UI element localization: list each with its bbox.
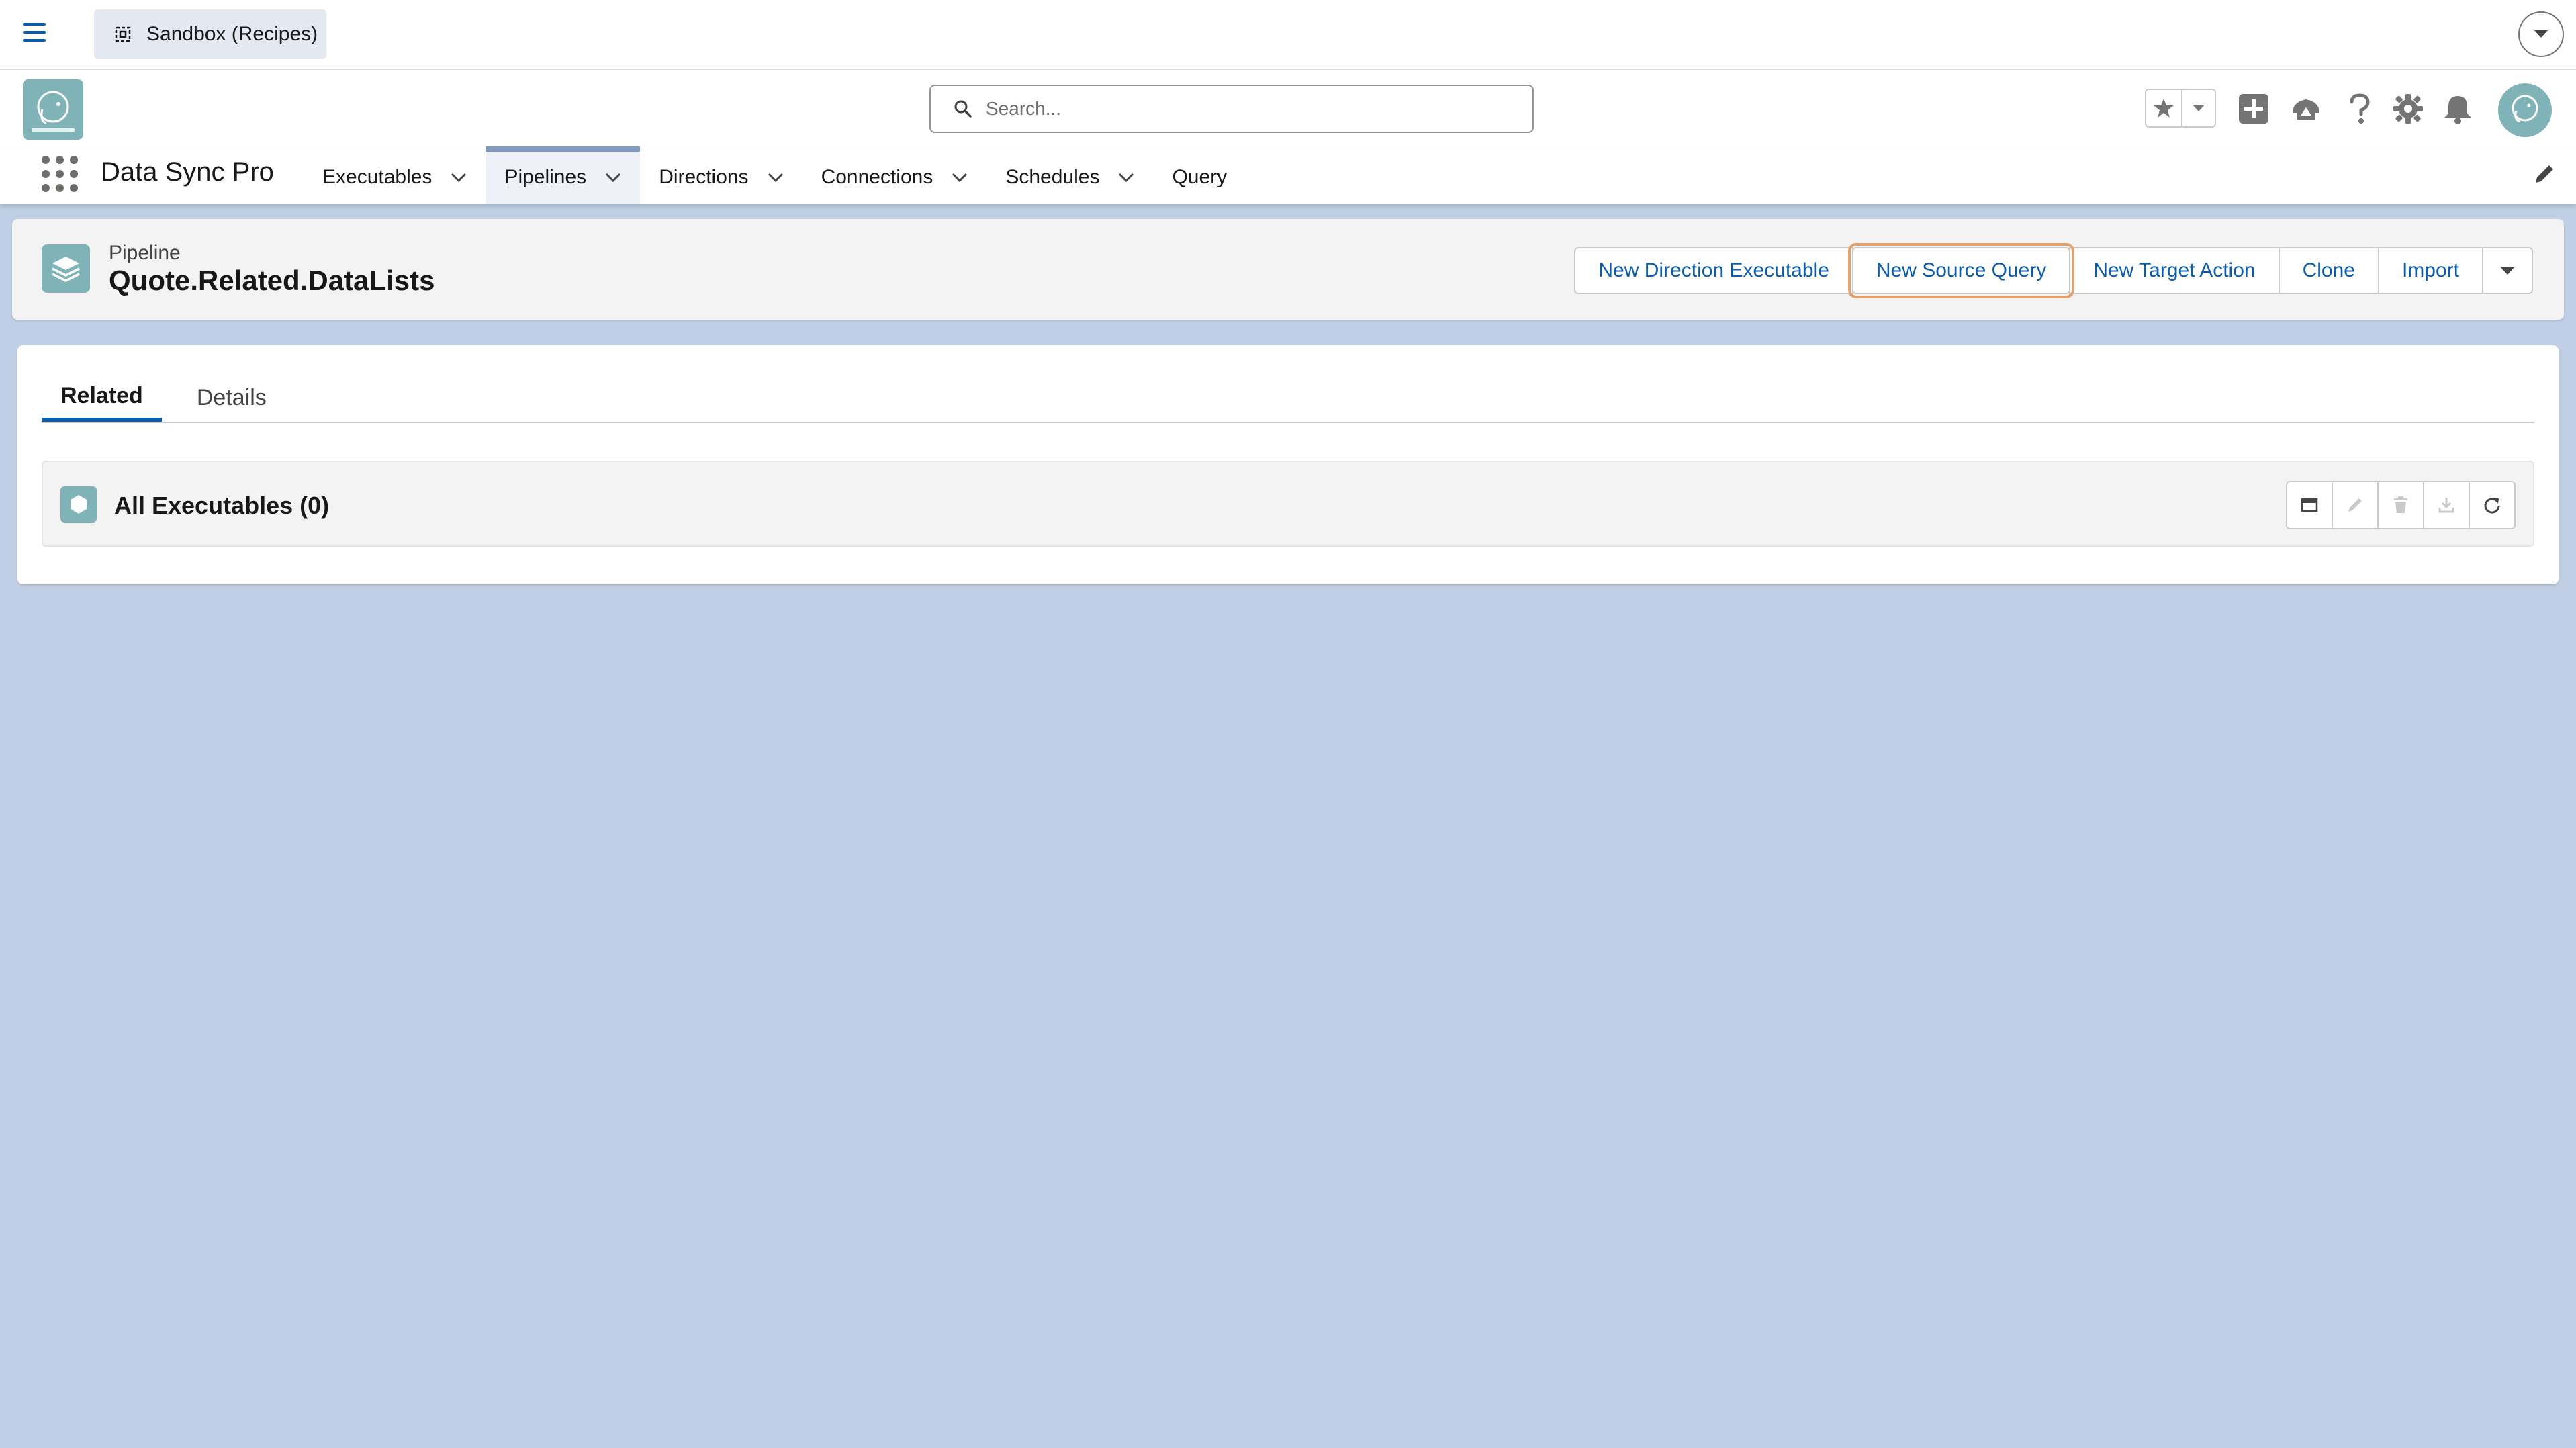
download-icon xyxy=(2438,498,2454,513)
chevron-down-icon[interactable] xyxy=(768,173,784,182)
nav-item-label: Pipelines xyxy=(504,166,587,188)
nav-items: Executables Pipelines Directions Connect… xyxy=(304,146,1246,204)
related-list-title: All Executables (0) xyxy=(114,492,330,519)
record-type: Pipeline xyxy=(109,242,181,264)
caret-down-icon xyxy=(2534,30,2548,38)
environment-label: Sandbox (Recipes) xyxy=(146,23,318,45)
data-sync-pro-logo[interactable] xyxy=(23,79,83,140)
pencil-icon xyxy=(2348,498,2362,512)
nav-item-connections[interactable]: Connections xyxy=(802,150,987,204)
nav-item-directions[interactable]: Directions xyxy=(640,150,802,204)
import-button[interactable]: Import xyxy=(2377,247,2483,294)
global-search[interactable] xyxy=(929,85,1534,133)
add-icon xyxy=(2239,94,2268,124)
favorites-star[interactable] xyxy=(2146,90,2182,126)
nav-item-label: Query xyxy=(1172,166,1228,188)
favorites-list-toggle[interactable] xyxy=(2182,90,2215,126)
new-source-query-button[interactable]: New Source Query xyxy=(1847,243,2075,298)
help-button[interactable] xyxy=(2342,91,2377,126)
nav-item-label: Schedules xyxy=(1005,166,1100,188)
top-dropdown-button[interactable] xyxy=(2518,11,2564,57)
global-header xyxy=(0,70,2576,150)
setup-gear-icon xyxy=(2393,94,2423,124)
environment-indicator[interactable]: Sandbox (Recipes) xyxy=(94,9,326,59)
record-header: Pipeline Quote.Related.DataLists New Dir… xyxy=(12,219,2564,320)
display-as-table-button[interactable] xyxy=(2286,481,2333,529)
chevron-down-icon[interactable] xyxy=(1118,173,1134,182)
new-direction-executable-button[interactable]: New Direction Executable xyxy=(1574,247,1853,294)
edit-nav-button[interactable] xyxy=(2533,163,2556,189)
chevron-down-icon[interactable] xyxy=(952,173,968,182)
trailhead-button[interactable] xyxy=(2289,91,2324,126)
avatar[interactable] xyxy=(2498,83,2552,137)
record-tabs: Related Details xyxy=(42,373,2534,423)
nav-item-pipelines[interactable]: Pipelines xyxy=(486,146,641,204)
new-target-action-button[interactable]: New Target Action xyxy=(2069,247,2280,294)
tab-details[interactable]: Details xyxy=(178,373,285,422)
sandbox-icon xyxy=(115,26,131,42)
search-input[interactable] xyxy=(984,97,1498,120)
record-name: Quote.Related.DataLists xyxy=(109,265,435,296)
delete-button[interactable] xyxy=(2377,481,2424,529)
nav-item-label: Connections xyxy=(821,166,933,188)
app-name: Data Sync Pro xyxy=(101,157,274,187)
chevron-down-icon[interactable] xyxy=(605,173,621,182)
star-icon xyxy=(2154,99,2174,118)
caret-down-icon xyxy=(2193,105,2205,111)
chevron-down-icon[interactable] xyxy=(451,173,467,182)
related-list-all-executables: All Executables (0) xyxy=(42,461,2534,547)
caret-down-icon xyxy=(2500,267,2515,275)
nav-item-label: Directions xyxy=(659,166,749,188)
app-navigation-bar: Data Sync Pro Executables Pipelines Dire… xyxy=(0,146,2576,204)
edit-button[interactable] xyxy=(2332,481,2379,529)
hexagon-icon xyxy=(71,495,87,514)
pipeline-icon xyxy=(42,244,90,293)
user-avatar-icon xyxy=(2512,95,2538,123)
elephant-logo-icon xyxy=(32,91,75,132)
executable-icon xyxy=(60,486,97,523)
record-detail-card: Related Details All Executables (0) xyxy=(17,345,2559,584)
menu-icon[interactable] xyxy=(23,23,46,46)
more-actions-button[interactable] xyxy=(2482,247,2533,294)
nav-item-schedules[interactable]: Schedules xyxy=(986,150,1153,204)
utility-bar: Sandbox (Recipes) xyxy=(0,0,2576,70)
notifications-button[interactable] xyxy=(2440,91,2475,126)
tab-related[interactable]: Related xyxy=(42,373,162,422)
nav-item-executables[interactable]: Executables xyxy=(304,150,486,204)
favorites-button[interactable] xyxy=(2145,89,2216,128)
trash-icon xyxy=(2394,496,2407,513)
global-actions-button[interactable] xyxy=(2236,91,2271,126)
search-icon xyxy=(954,100,972,118)
layers-icon xyxy=(52,257,80,282)
nav-item-label: Executables xyxy=(322,166,432,188)
download-button[interactable] xyxy=(2423,481,2470,529)
nav-item-query[interactable]: Query xyxy=(1153,150,1246,204)
setup-button[interactable] xyxy=(2391,91,2426,126)
trailhead-icon xyxy=(2293,99,2319,120)
clone-button[interactable]: Clone xyxy=(2278,247,2379,294)
table-view-icon xyxy=(2301,498,2318,512)
help-icon xyxy=(2350,93,2370,124)
refresh-button[interactable] xyxy=(2469,481,2516,529)
bell-icon xyxy=(2444,96,2471,124)
related-list-actions xyxy=(2286,481,2516,529)
app-launcher-icon[interactable] xyxy=(42,156,78,192)
record-actions: New Direction Executable New Source Quer… xyxy=(1574,243,2533,298)
pencil-icon xyxy=(2536,165,2553,183)
refresh-icon xyxy=(2484,498,2500,514)
